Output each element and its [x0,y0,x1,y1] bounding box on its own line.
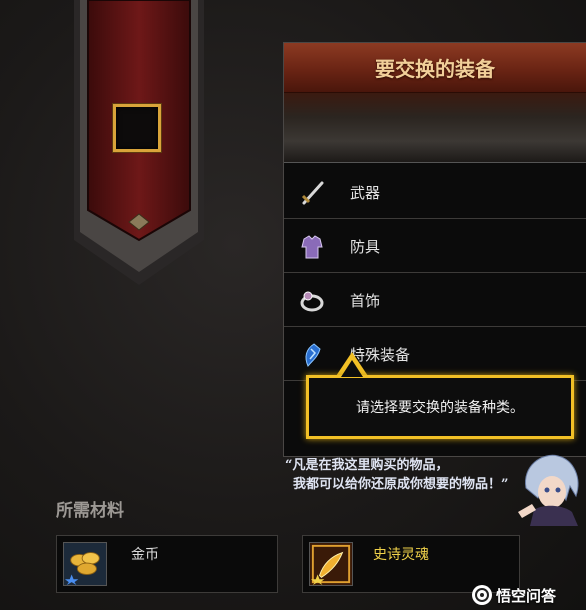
selection-tooltip: 请选择要交换的装备种类。 [306,375,574,439]
watermark: 悟空问答 [472,582,556,608]
ring-icon [300,291,324,312]
material-label: 金币 [131,547,159,563]
category-label: 首饰 [350,292,381,310]
wukong-logo-icon [472,585,492,605]
npc-quote: “凡是在我这里购买的物品， 我都可以给你还原成你想要的物品！” [285,456,535,494]
gold-coins-icon [63,542,107,586]
npc-quote-line1: “凡是在我这里购买的物品， [285,458,449,473]
epic-soul-icon [309,542,353,586]
category-armor[interactable]: 防具 [284,219,586,273]
equipment-category-list: 武器 防具 首饰 特殊装备 [284,165,586,381]
category-weapon[interactable]: 武器 [284,165,586,219]
panel-banner-strip [284,93,586,163]
armor-icon [301,235,323,259]
tooltip-pointer-inner [341,360,363,377]
category-label: 武器 [350,184,381,202]
material-label: 史诗灵魂 [373,547,429,563]
watermark-text: 悟空问答 [496,586,557,605]
equipment-slot[interactable] [113,104,161,152]
panel-header: 要交换的装备 [284,43,586,93]
npc-quote-line2: 我都可以给你还原成你想要的物品！” [293,477,509,492]
panel-title: 要交换的装备 [375,57,495,81]
special-gem-icon [305,343,321,367]
material-gold[interactable]: 金币 [56,535,278,593]
tooltip-text: 请选择要交换的装备种类。 [356,400,524,416]
npc-portrait [518,454,579,526]
category-special[interactable]: 特殊装备 [284,327,586,381]
materials-title: 所需材料 [56,501,124,521]
category-label: 防具 [350,238,381,256]
category-accessory[interactable]: 首饰 [284,273,586,327]
sword-icon [301,181,324,205]
